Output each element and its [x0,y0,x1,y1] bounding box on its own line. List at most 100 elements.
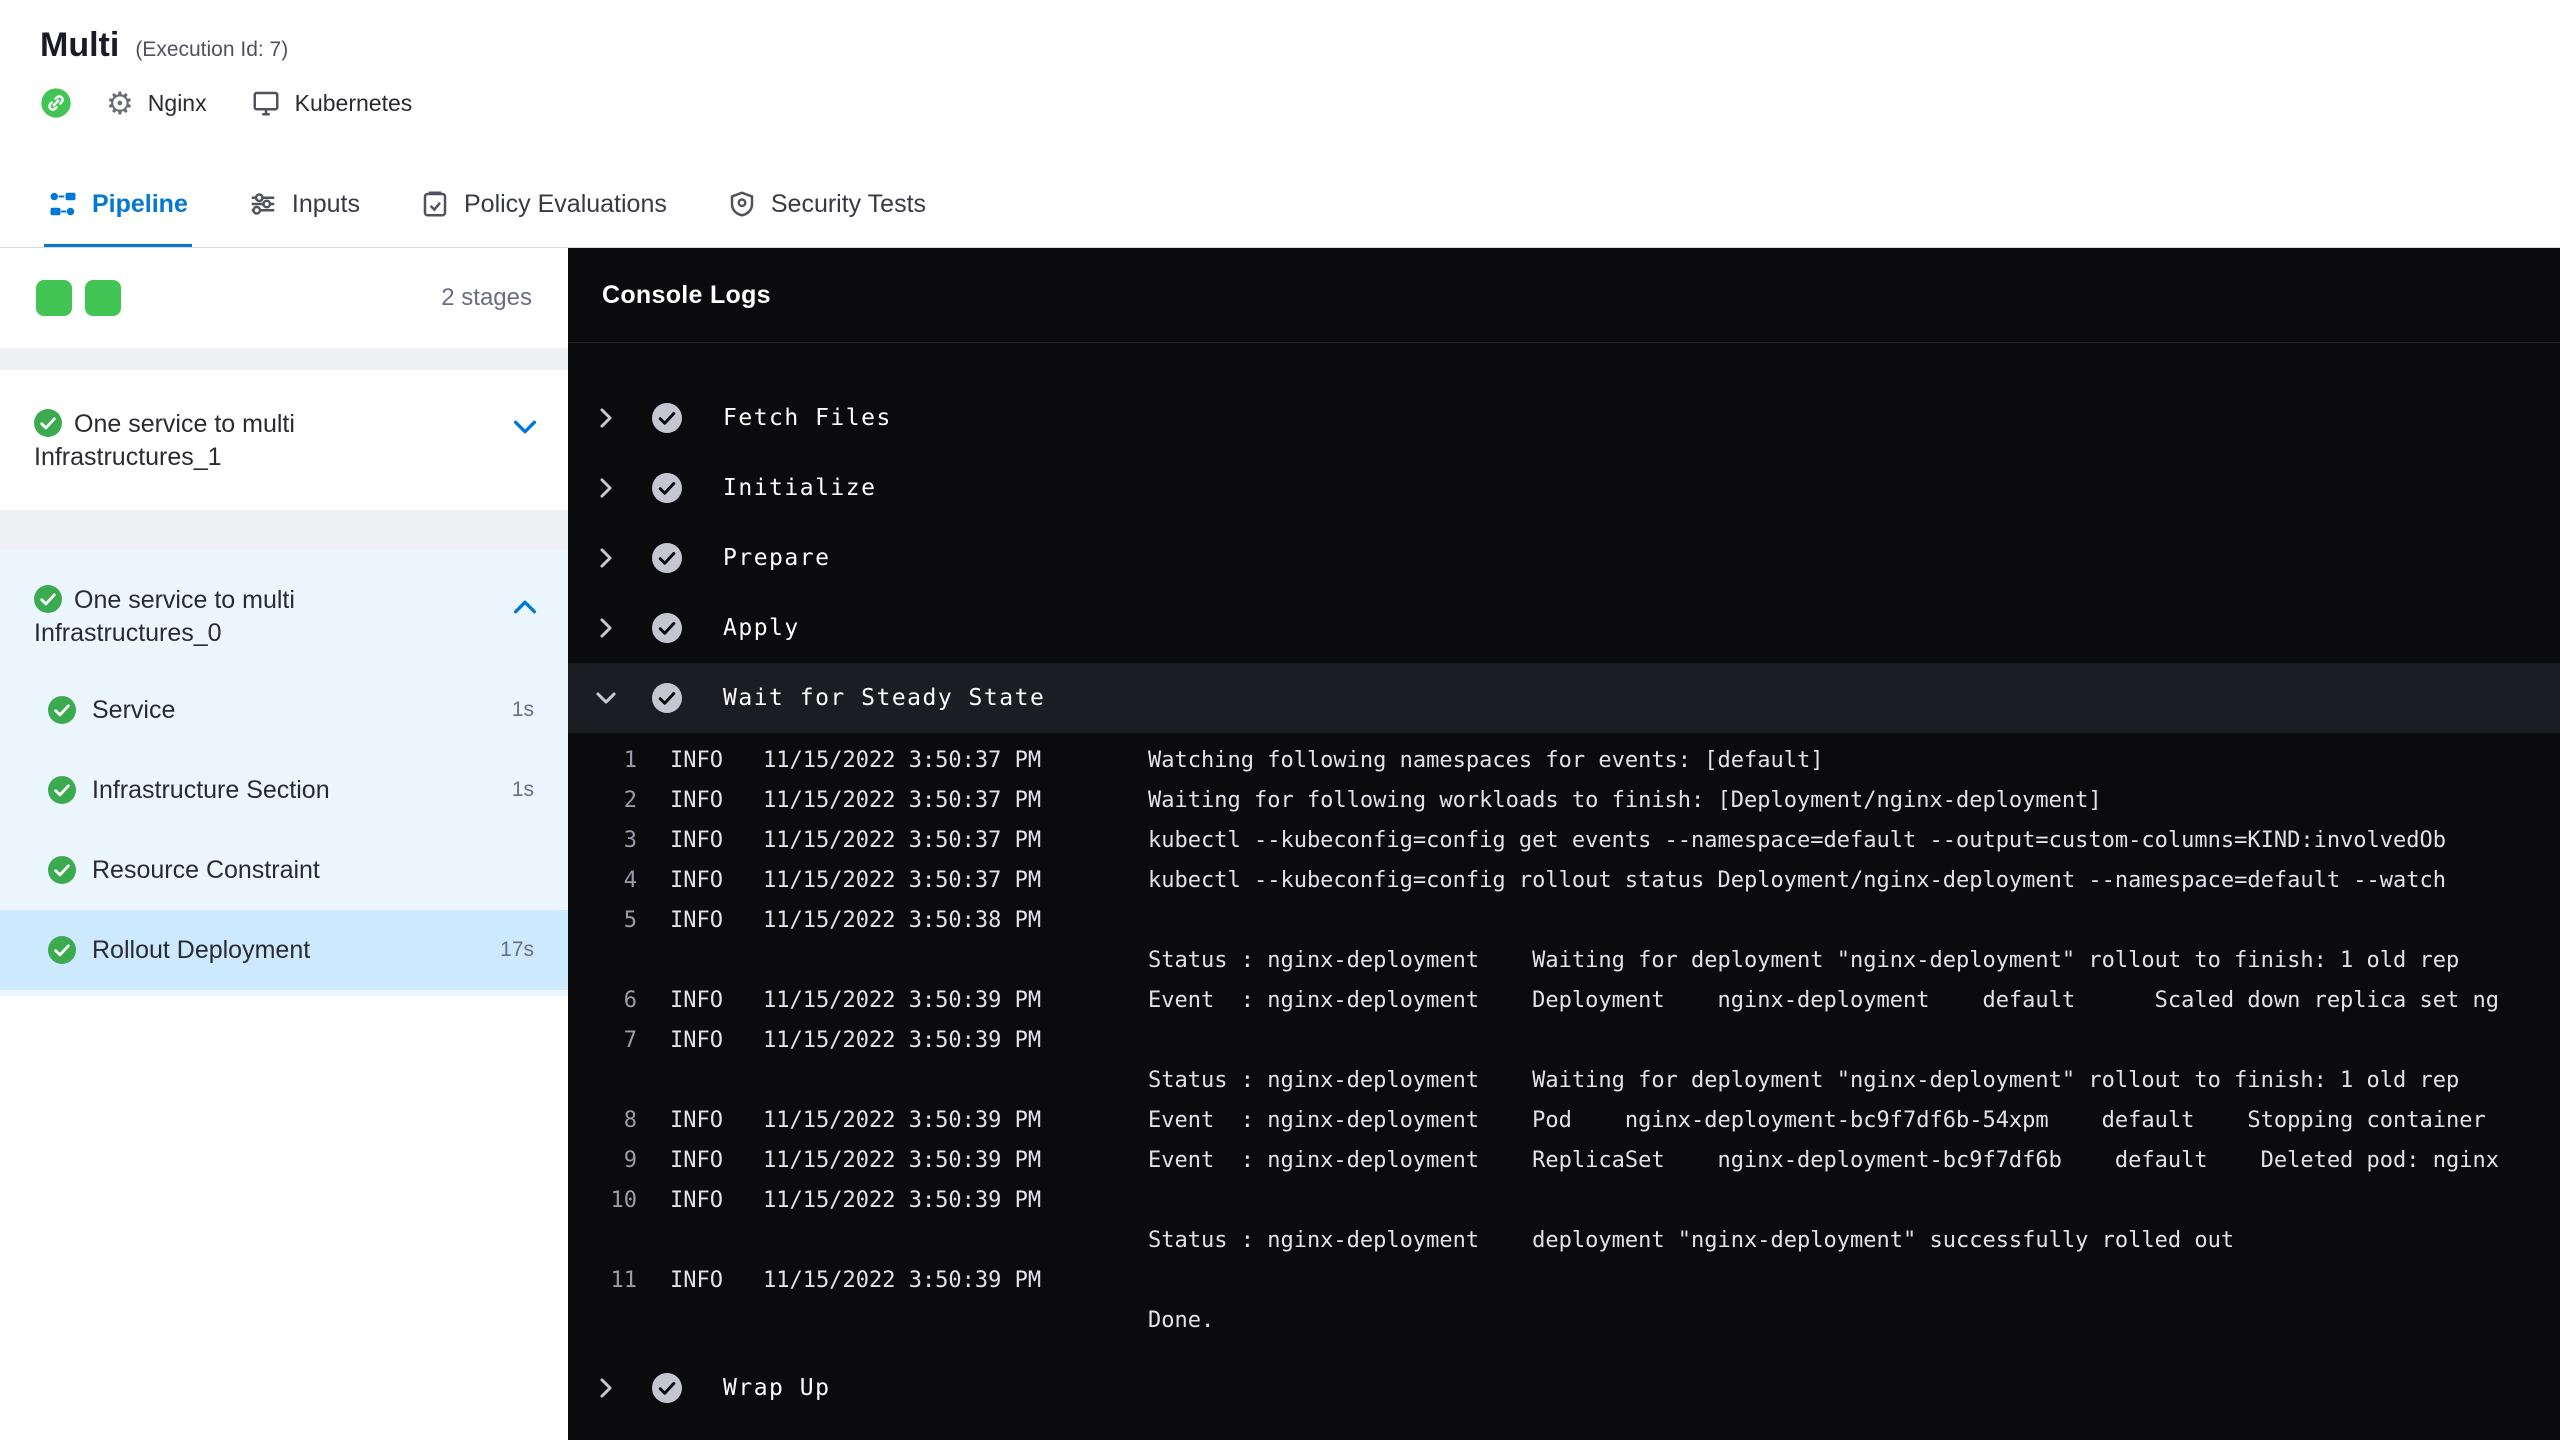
log-message: Status : nginx-deployment Waiting for de… [1148,1068,2460,1093]
log-level: INFO [670,988,723,1013]
success-check-icon [34,585,62,613]
console-header: Console Logs [568,248,2560,343]
console-step-apply[interactable]: Apply [568,593,2560,663]
step-name: Service [92,695,176,724]
log-timestamp: 11/15/2022 3:50:37 PM [763,868,1042,893]
log-timestamp: 11/15/2022 3:50:39 PM [763,988,1042,1013]
chevron-down-icon[interactable] [510,412,540,442]
stage-title: One service to multi Infrastructures_1 [34,408,476,474]
kubernetes-icon [251,88,281,118]
log-message: Status : nginx-deployment deployment "ng… [1148,1228,2235,1253]
log-line: 8 INFO 11/15/2022 3:50:39 PM Event : ngi… [568,1101,2560,1141]
console-step-fetch-files[interactable]: Fetch Files [568,383,2560,453]
console-panel: Console Logs Fetch Files Initialize Prep… [568,248,2560,1440]
log-level: INFO [670,1268,723,1293]
log-timestamp: 11/15/2022 3:50:39 PM [763,1108,1042,1133]
log-line-number: 5 [623,908,637,933]
sidebar-step-service[interactable]: Service 1s [0,670,568,750]
app-body: 2 stages One service to multi Infrastruc… [0,248,2560,1440]
sidebar-step-rollout-deployment[interactable]: Rollout Deployment 17s [0,910,568,990]
console-step-label: Prepare [723,545,831,571]
step-duration: 1s [511,698,534,721]
log-line-number: 7 [623,1028,637,1053]
console-step-label: Wrap Up [723,1375,831,1401]
stage-count: 2 stages [441,284,532,311]
console-step-wrap-up[interactable]: Wrap Up [568,1353,2560,1423]
log-line: 3 INFO 11/15/2022 3:50:37 PM kubectl --k… [568,821,2560,861]
tab-bar: Pipeline Inputs Policy Evaluations Secur… [0,164,2560,248]
log-level: INFO [670,748,723,773]
stage-group-infrastructures-0: One service to multi Infrastructures_0 S… [0,550,568,996]
log-line: 2 INFO 11/15/2022 3:50:37 PM Waiting for… [568,781,2560,821]
log-timestamp: 11/15/2022 3:50:37 PM [763,828,1042,853]
service-group: ⚙ Nginx [40,87,207,119]
tab-label: Security Tests [770,189,927,218]
tab-policy-evaluations[interactable]: Policy Evaluations [416,164,671,247]
step-success-check-icon [652,543,682,573]
log-line: 11 INFO 11/15/2022 3:50:39 PM Done. [568,1261,2560,1341]
log-line: 4 INFO 11/15/2022 3:50:37 PM kubectl --k… [568,861,2560,901]
tab-security-tests[interactable]: Security Tests [723,164,930,247]
page-title: Multi [40,26,120,64]
step-success-check-icon [652,683,682,713]
chevron-right-icon[interactable] [593,405,619,431]
stage-card-infrastructures-1[interactable]: One service to multi Infrastructures_1 [0,370,568,510]
log-line-number: 10 [610,1188,638,1213]
log-timestamp: 11/15/2022 3:50:39 PM [763,1268,1042,1293]
log-message: Event : nginx-deployment ReplicaSet ngin… [1148,1148,2500,1173]
infrastructure-group: Kubernetes [251,88,412,118]
console-body: Fetch Files Initialize Prepare Apply Wai… [568,343,2560,1440]
log-level: INFO [670,828,723,853]
gear-icon[interactable]: ⚙ [106,88,134,119]
stage-title-text: One service to multi Infrastructures_0 [34,586,295,647]
chevron-right-icon[interactable] [593,1375,619,1401]
log-output: 1 INFO 11/15/2022 3:50:37 PM Watching fo… [568,741,2560,1341]
stages-sidebar: 2 stages One service to multi Infrastruc… [0,248,568,1440]
meta-row: ⚙ Nginx Kubernetes [0,65,2560,119]
tab-pipeline[interactable]: Pipeline [44,164,192,247]
stage-status-square [85,280,121,316]
log-timestamp: 11/15/2022 3:50:39 PM [763,1148,1042,1173]
sidebar-step-infrastructure-section[interactable]: Infrastructure Section 1s [0,750,568,830]
log-line-number: 8 [623,1108,637,1133]
chevron-right-icon[interactable] [593,545,619,571]
log-timestamp: 11/15/2022 3:50:39 PM [763,1188,1042,1213]
log-level: INFO [670,1188,723,1213]
log-line-number: 9 [623,1148,637,1173]
page-header: Multi (Execution Id: 7) ⚙ Nginx Kubernet… [0,0,2560,248]
console-step-prepare[interactable]: Prepare [568,523,2560,593]
step-success-check-icon [652,473,682,503]
console-step-label: Fetch Files [723,405,892,431]
sidebar-step-resource-constraint[interactable]: Resource Constraint [0,830,568,910]
chevron-right-icon[interactable] [593,615,619,641]
console-step-label: Wait for Steady State [723,685,1046,711]
success-check-icon [48,696,76,724]
log-message: Waiting for following workloads to finis… [1148,788,2102,813]
tab-inputs[interactable]: Inputs [244,164,364,247]
success-check-icon [48,776,76,804]
step-duration: 1s [511,778,534,801]
step-name: Infrastructure Section [92,775,330,804]
step-success-check-icon [652,403,682,433]
stage-card-infrastructures-0[interactable]: One service to multi Infrastructures_0 [0,550,568,670]
chevron-up-icon[interactable] [510,592,540,622]
tab-label: Policy Evaluations [463,189,667,218]
log-level: INFO [670,1148,723,1173]
log-message: kubectl --kubeconfig=config get events -… [1148,828,2447,853]
inputs-icon [251,193,275,215]
log-message: Status : nginx-deployment Waiting for de… [1148,948,2460,973]
stage-status-square [36,280,72,316]
console-step-initialize[interactable]: Initialize [568,453,2560,523]
success-check-icon [48,856,76,884]
console-step-wait-for-steady-state[interactable]: Wait for Steady State [568,663,2560,733]
security-tests-icon [730,191,754,217]
divider [0,510,568,550]
divider [0,348,568,370]
step-duration: 17s [500,938,534,961]
console-step-label: Apply [723,615,800,641]
chevron-down-icon[interactable] [593,685,619,711]
log-line-number: 1 [623,748,637,773]
log-line: 1 INFO 11/15/2022 3:50:37 PM Watching fo… [568,741,2560,781]
chevron-right-icon[interactable] [593,475,619,501]
log-line-number: 4 [623,868,637,893]
